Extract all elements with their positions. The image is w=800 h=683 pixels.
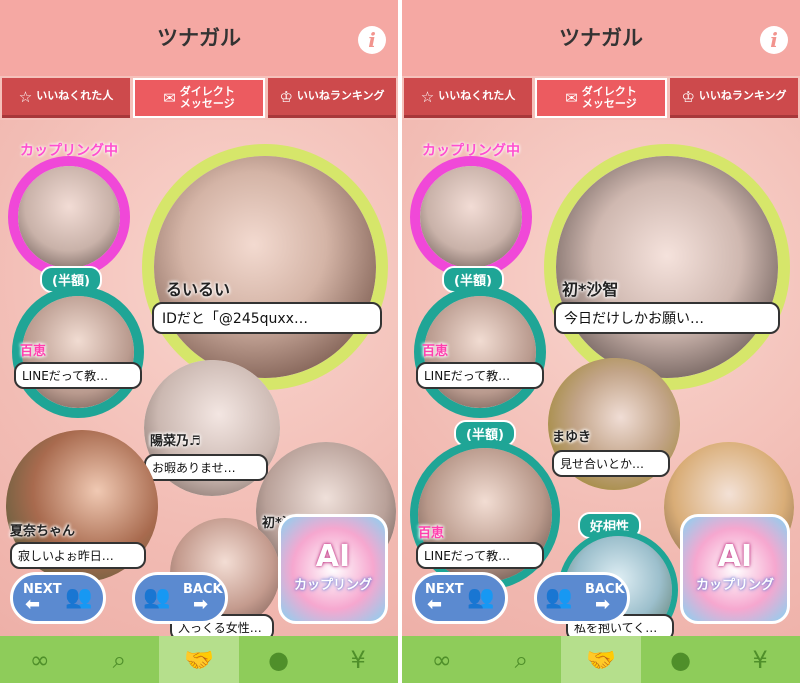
handshake-icon[interactable]: 🤝: [561, 636, 641, 683]
profile-name: 陽菜乃♬: [150, 434, 201, 449]
people-icon: 👥: [545, 585, 573, 610]
app-title: ツナガル: [157, 26, 241, 50]
search-icon[interactable]: ⌕: [482, 636, 562, 683]
profile-icon[interactable]: ●: [641, 636, 721, 683]
ai-sub-label: カップリング: [293, 578, 372, 593]
back-button[interactable]: 👥 BACK ➡: [534, 572, 630, 624]
ai-label: AI: [717, 539, 753, 574]
info-icon[interactable]: i: [358, 26, 386, 54]
next-button[interactable]: NEXT ⬅ 👥: [412, 572, 508, 624]
chat-icon: ✉: [565, 89, 578, 107]
tab-likes-received[interactable]: ☆ いいねくれた人: [404, 78, 532, 118]
profile-bubble-area: カップリング中 るいるい IDだと「@245quxx… (半額) 百恵 LINE…: [0, 120, 398, 636]
star-icon: ☆: [18, 87, 33, 106]
arrow-left-icon: ⬅: [25, 594, 41, 615]
search-icon[interactable]: ⌕: [80, 636, 160, 683]
profile-message[interactable]: LINEだって教…: [14, 362, 142, 389]
back-button[interactable]: 👥 BACK ➡: [132, 572, 228, 624]
bottom-nav: ∞ ⌕ 🤝 ● ¥: [0, 636, 398, 683]
info-icon[interactable]: i: [760, 26, 788, 54]
tab-label: ダイレクト メッセージ: [581, 84, 637, 110]
profile-photo: [18, 166, 120, 268]
tab-label: いいねランキング: [296, 89, 385, 103]
people-icon: 👥: [467, 585, 495, 610]
ai-sub-label: カップリング: [695, 578, 774, 593]
screen-left: ツナガル i ☆ いいねくれた人 ✉ ダイレクト メッセージ ♔ いいねランキン…: [0, 0, 398, 683]
profile-message[interactable]: LINEだって教…: [416, 362, 544, 389]
coupling-icon[interactable]: ∞: [0, 636, 80, 683]
profile-name: 夏奈ちゃん: [10, 524, 76, 539]
profile-name: 百恵: [20, 344, 47, 359]
next-button[interactable]: NEXT ⬅ 👥: [10, 572, 106, 624]
ai-coupling-button[interactable]: AI カップリング: [680, 514, 790, 624]
profile-bubble-area: カップリング中 初*沙智 今日だけしかお願い… (半額) 百恵 LINEだって教…: [402, 120, 800, 636]
profile-message[interactable]: お暇ありませ…: [144, 454, 268, 481]
featured-name: 初*沙智: [562, 280, 619, 299]
profile-photo: [420, 166, 522, 268]
tab-direct-message[interactable]: ✉ ダイレクト メッセージ: [535, 78, 667, 118]
tab-label: ダイレクト メッセージ: [179, 84, 235, 110]
bottom-nav: ∞ ⌕ 🤝 ● ¥: [402, 636, 800, 683]
tab-like-ranking[interactable]: ♔ いいねランキング: [268, 78, 396, 118]
people-icon: 👥: [65, 585, 93, 610]
profile-photo: [154, 156, 376, 378]
tab-bar: ☆ いいねくれた人 ✉ ダイレクト メッセージ ♔ いいねランキング: [0, 78, 398, 120]
tab-direct-message[interactable]: ✉ ダイレクト メッセージ: [133, 78, 265, 118]
star-icon: ☆: [420, 87, 435, 106]
ai-label: AI: [315, 539, 351, 574]
profile-message[interactable]: 見せ合いとか…: [552, 450, 670, 477]
profile-name: 百恵: [418, 526, 445, 541]
coupling-profile-bubble[interactable]: [410, 156, 532, 278]
tab-label: いいねくれた人: [36, 89, 114, 103]
profile-icon[interactable]: ●: [239, 636, 319, 683]
profile-photo: [556, 156, 778, 378]
points-icon[interactable]: ¥: [318, 636, 398, 683]
profile-message[interactable]: LINEだって教…: [416, 542, 544, 569]
arrow-right-icon: ➡: [193, 594, 209, 615]
tab-like-ranking[interactable]: ♔ いいねランキング: [670, 78, 798, 118]
coupling-profile-bubble[interactable]: [8, 156, 130, 278]
app-header: ツナガル i: [0, 0, 398, 76]
profile-name: まゆき: [552, 430, 592, 445]
featured-profile-bubble[interactable]: [142, 144, 388, 390]
screen-right: ツナガル i ☆ いいねくれた人 ✉ ダイレクト メッセージ ♔ いいねランキン…: [402, 0, 800, 683]
featured-message[interactable]: 今日だけしかお願い…: [554, 302, 780, 334]
people-icon: 👥: [143, 585, 171, 610]
arrow-right-icon: ➡: [595, 594, 611, 615]
crown-icon: ♔: [681, 87, 695, 106]
ai-coupling-button[interactable]: AI カップリング: [278, 514, 388, 624]
crown-icon: ♔: [279, 87, 293, 106]
tab-label: いいねくれた人: [438, 89, 516, 103]
arrow-left-icon: ⬅: [427, 594, 443, 615]
featured-name: るいるい: [166, 280, 231, 299]
chat-icon: ✉: [163, 89, 176, 107]
app-header: ツナガル i: [402, 0, 800, 76]
coupling-icon[interactable]: ∞: [402, 636, 482, 683]
handshake-icon[interactable]: 🤝: [159, 636, 239, 683]
tab-label: いいねランキング: [698, 89, 787, 103]
featured-message[interactable]: IDだと「@245quxx…: [152, 302, 382, 334]
featured-profile-bubble[interactable]: [544, 144, 790, 390]
tab-bar: ☆ いいねくれた人 ✉ ダイレクト メッセージ ♔ いいねランキング: [402, 78, 800, 120]
app-title: ツナガル: [559, 26, 643, 50]
profile-message[interactable]: 寂しいよぉ昨日…: [10, 542, 146, 569]
profile-name: 百恵: [422, 344, 449, 359]
points-icon[interactable]: ¥: [720, 636, 800, 683]
tab-likes-received[interactable]: ☆ いいねくれた人: [2, 78, 130, 118]
